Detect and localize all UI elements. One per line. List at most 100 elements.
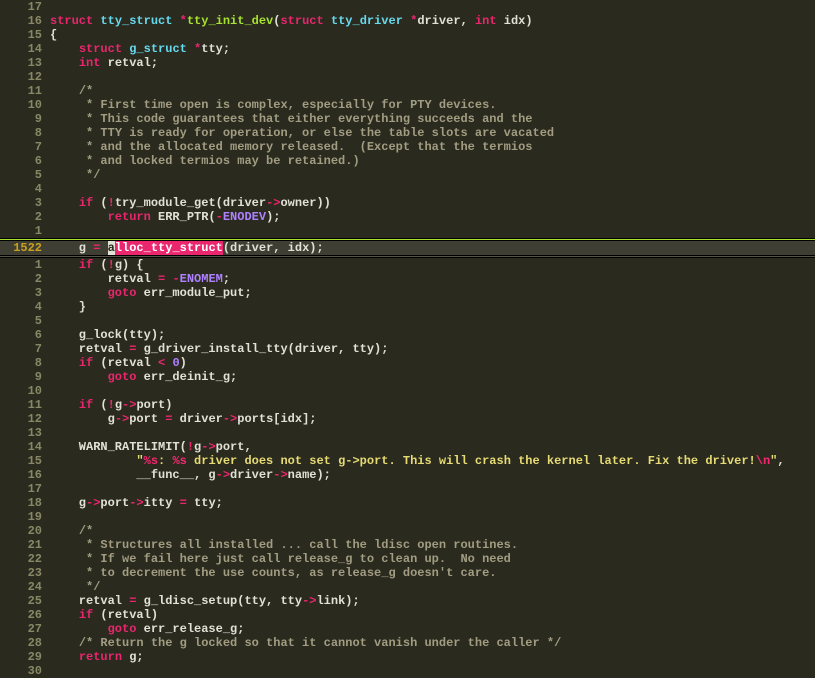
code-content[interactable]: * Structures all installed ... call the … bbox=[50, 538, 815, 552]
code-line[interactable]: 15 "%s: %s driver does not set g->port. … bbox=[0, 454, 815, 468]
code-line[interactable]: 29 return g; bbox=[0, 650, 815, 664]
code-content[interactable]: * and the allocated memory released. (Ex… bbox=[50, 140, 815, 154]
code-line[interactable]: 10 * First time open is complex, especia… bbox=[0, 98, 815, 112]
code-line[interactable]: 3 goto err_module_put; bbox=[0, 286, 815, 300]
code-line[interactable]: 9 * This code guarantees that either eve… bbox=[0, 112, 815, 126]
code-content[interactable]: g->port = driver->ports[idx]; bbox=[50, 412, 815, 426]
code-line[interactable]: 10 bbox=[0, 384, 815, 398]
code-line[interactable]: 14 WARN_RATELIMIT(!g->port, bbox=[0, 440, 815, 454]
code-line[interactable]: 3 if (!try_module_get(driver->owner)) bbox=[0, 196, 815, 210]
code-content[interactable]: goto err_module_put; bbox=[50, 286, 815, 300]
code-content[interactable]: WARN_RATELIMIT(!g->port, bbox=[50, 440, 815, 454]
code-line[interactable]: 11 /* bbox=[0, 84, 815, 98]
code-content[interactable]: goto err_release_g; bbox=[50, 622, 815, 636]
code-line[interactable]: 27 goto err_release_g; bbox=[0, 622, 815, 636]
code-line[interactable]: 23 * to decrement the use counts, as rel… bbox=[0, 566, 815, 580]
code-line[interactable]: 5 */ bbox=[0, 168, 815, 182]
code-content[interactable] bbox=[50, 314, 815, 328]
code-line[interactable]: 20 /* bbox=[0, 524, 815, 538]
code-line[interactable]: 5 bbox=[0, 314, 815, 328]
code-content[interactable] bbox=[50, 664, 815, 678]
code-content[interactable]: if (!g) { bbox=[50, 258, 815, 272]
code-content[interactable]: if (!try_module_get(driver->owner)) bbox=[50, 196, 815, 210]
code-line[interactable]: 28 /* Return the g locked so that it can… bbox=[0, 636, 815, 650]
code-content[interactable]: */ bbox=[50, 580, 815, 594]
code-content[interactable]: retval = g_driver_install_tty(driver, tt… bbox=[50, 342, 815, 356]
code-content[interactable]: } bbox=[50, 300, 815, 314]
code-line[interactable]: 18 g->port->itty = tty; bbox=[0, 496, 815, 510]
token-cmt: /* Return the g locked so that it cannot… bbox=[79, 636, 561, 650]
code-line[interactable]: 8 if (retval < 0) bbox=[0, 356, 815, 370]
code-content[interactable] bbox=[50, 384, 815, 398]
code-content[interactable]: * to decrement the use counts, as releas… bbox=[50, 566, 815, 580]
code-line[interactable]: 22 * If we fail here just call release_g… bbox=[0, 552, 815, 566]
code-content[interactable] bbox=[50, 224, 815, 238]
code-line[interactable]: 26 if (retval) bbox=[0, 608, 815, 622]
code-line[interactable]: 1 if (!g) { bbox=[0, 258, 815, 272]
token-op: = bbox=[180, 496, 187, 510]
code-line[interactable]: 1 bbox=[0, 224, 815, 238]
code-content[interactable]: { bbox=[50, 28, 815, 42]
code-content[interactable]: * If we fail here just call release_g to… bbox=[50, 552, 815, 566]
code-content[interactable]: retval = -ENOMEM; bbox=[50, 272, 815, 286]
code-content[interactable] bbox=[50, 0, 815, 14]
code-editor[interactable]: 1716struct tty_struct *tty_init_dev(stru… bbox=[0, 0, 815, 678]
code-content[interactable] bbox=[50, 182, 815, 196]
code-line[interactable]: 25 retval = g_ldisc_setup(tty, tty->link… bbox=[0, 594, 815, 608]
code-line[interactable]: 4 bbox=[0, 182, 815, 196]
code-line[interactable]: 11 if (!g->port) bbox=[0, 398, 815, 412]
code-content[interactable]: /* Return the g locked so that it cannot… bbox=[50, 636, 815, 650]
code-content[interactable]: goto err_deinit_g; bbox=[50, 370, 815, 384]
code-line[interactable]: 15{ bbox=[0, 28, 815, 42]
code-line[interactable]: 9 goto err_deinit_g; bbox=[0, 370, 815, 384]
code-content[interactable]: retval = g_ldisc_setup(tty, tty->link); bbox=[50, 594, 815, 608]
code-content[interactable] bbox=[50, 426, 815, 440]
code-content[interactable] bbox=[50, 70, 815, 84]
code-line[interactable]: 17 bbox=[0, 0, 815, 14]
code-content[interactable]: g->port->itty = tty; bbox=[50, 496, 815, 510]
code-content[interactable]: int retval; bbox=[50, 56, 815, 70]
code-line[interactable]: 13 bbox=[0, 426, 815, 440]
code-content[interactable]: struct g_struct *tty; bbox=[50, 42, 815, 56]
code-line[interactable]: 1522 g = alloc_tty_struct(driver, idx); bbox=[0, 241, 815, 255]
code-line[interactable]: 7 retval = g_driver_install_tty(driver, … bbox=[0, 342, 815, 356]
code-line[interactable]: 30 bbox=[0, 664, 815, 678]
code-line[interactable]: 12 g->port = driver->ports[idx]; bbox=[0, 412, 815, 426]
code-line[interactable]: 16struct tty_struct *tty_init_dev(struct… bbox=[0, 14, 815, 28]
code-line[interactable]: 16 __func__, g->driver->name); bbox=[0, 468, 815, 482]
code-line[interactable]: 7 * and the allocated memory released. (… bbox=[0, 140, 815, 154]
code-line[interactable]: 14 struct g_struct *tty; bbox=[0, 42, 815, 56]
code-content[interactable]: * TTY is ready for operation, or else th… bbox=[50, 126, 815, 140]
code-line[interactable]: 2 return ERR_PTR(-ENODEV); bbox=[0, 210, 815, 224]
code-line[interactable]: 21 * Structures all installed ... call t… bbox=[0, 538, 815, 552]
code-content[interactable]: * This code guarantees that either every… bbox=[50, 112, 815, 126]
line-number: 7 bbox=[0, 140, 50, 154]
code-content[interactable]: "%s: %s driver does not set g->port. Thi… bbox=[50, 454, 815, 468]
code-line[interactable]: 24 */ bbox=[0, 580, 815, 594]
code-content[interactable] bbox=[50, 510, 815, 524]
code-content[interactable]: __func__, g->driver->name); bbox=[50, 468, 815, 482]
code-line[interactable]: 19 bbox=[0, 510, 815, 524]
code-line[interactable]: 17 bbox=[0, 482, 815, 496]
code-line[interactable]: 6 * and locked termios may be retained.) bbox=[0, 154, 815, 168]
code-content[interactable]: g_lock(tty); bbox=[50, 328, 815, 342]
code-content[interactable]: */ bbox=[50, 168, 815, 182]
code-line[interactable]: 4 } bbox=[0, 300, 815, 314]
code-content[interactable]: return g; bbox=[50, 650, 815, 664]
code-line[interactable]: 2 retval = -ENOMEM; bbox=[0, 272, 815, 286]
code-content[interactable]: if (retval) bbox=[50, 608, 815, 622]
code-content[interactable] bbox=[50, 482, 815, 496]
code-content[interactable]: /* bbox=[50, 84, 815, 98]
code-line[interactable]: 6 g_lock(tty); bbox=[0, 328, 815, 342]
code-content[interactable]: return ERR_PTR(-ENODEV); bbox=[50, 210, 815, 224]
code-content[interactable]: if (!g->port) bbox=[50, 398, 815, 412]
code-line[interactable]: 12 bbox=[0, 70, 815, 84]
code-line[interactable]: 8 * TTY is ready for operation, or else … bbox=[0, 126, 815, 140]
code-content[interactable]: if (retval < 0) bbox=[50, 356, 815, 370]
code-content[interactable]: /* bbox=[50, 524, 815, 538]
code-content[interactable]: * and locked termios may be retained.) bbox=[50, 154, 815, 168]
code-content[interactable]: struct tty_struct *tty_init_dev(struct t… bbox=[50, 14, 815, 28]
code-content[interactable]: * First time open is complex, especially… bbox=[50, 98, 815, 112]
code-line[interactable]: 13 int retval; bbox=[0, 56, 815, 70]
code-content[interactable]: g = alloc_tty_struct(driver, idx); bbox=[50, 241, 815, 255]
